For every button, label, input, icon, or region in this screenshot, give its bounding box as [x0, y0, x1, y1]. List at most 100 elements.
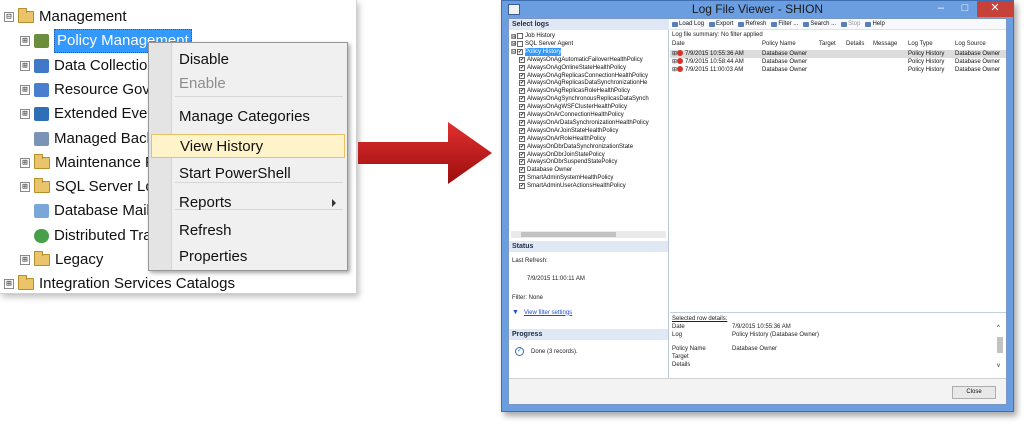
close-window-button[interactable]: ✕ [977, 1, 1013, 17]
expand-toggle-icon[interactable]: ⊞ [511, 33, 516, 39]
log-checkbox[interactable]: ✔ [517, 48, 523, 55]
menu-item-refresh[interactable]: Refresh [179, 219, 344, 243]
log-tree-item[interactable]: ⊟ ✔ Policy History [511, 47, 562, 56]
filter-button[interactable]: Filter ... [771, 21, 798, 27]
tree-item-sql-server-logs[interactable]: ⊞ SQL Server Log [20, 176, 162, 198]
close-button[interactable]: Close [952, 386, 996, 399]
export-button[interactable]: Export [709, 21, 733, 27]
log-tree-item[interactable]: ✔ AlwaysOnAgAutomaticFailoverHealthPolicy [519, 56, 643, 64]
log-tree-item[interactable]: ✔ AlwaysOnAgSynchronousReplicasDataSynch [519, 95, 649, 103]
column-header[interactable]: Policy Name [762, 41, 796, 47]
table-row[interactable]: ⊞ 7/9/2015 11:00:03 AM Database Owner Polic… [670, 66, 1006, 74]
menu-item-start-powershell[interactable]: Start PowerShell [179, 162, 344, 186]
tree-item-management[interactable]: ⊟ Management [4, 6, 127, 28]
log-checkbox[interactable]: ✔ [519, 175, 525, 182]
log-checkbox[interactable]: ✔ [519, 135, 525, 142]
title-bar[interactable]: Log File Viewer - SHION – □ ✕ [502, 1, 1013, 19]
log-tree-item[interactable]: ✔ Database Owner [519, 166, 572, 174]
log-checkbox[interactable] [517, 33, 523, 39]
log-tree-item[interactable]: ✔ AlwaysOnDbrDataSynchronizationState [519, 143, 633, 151]
table-row[interactable]: ⊞ 7/9/2015 10:58:44 AM Database Owner Polic… [670, 58, 1006, 66]
column-header[interactable]: Date [672, 41, 685, 47]
log-checkbox[interactable]: ✔ [519, 88, 525, 95]
log-tree-item[interactable]: ✔ AlwaysOnAgReplicasRoleHealthPolicy [519, 87, 630, 95]
log-checkbox[interactable]: ✔ [519, 104, 525, 111]
log-checkbox[interactable]: ✔ [519, 151, 525, 158]
expand-toggle-icon[interactable]: ⊞ [20, 84, 30, 95]
tree-item-maintenance-plans[interactable]: ⊞ Maintenance P [20, 152, 155, 174]
expand-toggle-icon[interactable]: ⊞ [20, 109, 30, 120]
log-checkbox[interactable]: ✔ [519, 80, 525, 87]
menu-item-manage-categories[interactable]: Manage Categories [179, 105, 344, 129]
log-checkbox[interactable] [517, 40, 523, 47]
menu-item-disable[interactable]: Disable [179, 48, 344, 72]
expand-toggle-icon[interactable]: ⊞ [20, 60, 30, 71]
scroll-thumb[interactable] [521, 232, 616, 237]
expand-toggle-icon[interactable]: ⊞ [20, 255, 30, 265]
log-tree-item[interactable]: ✔ AlwaysOnArDataSynchronizationHealthPoli… [519, 119, 649, 127]
column-header[interactable]: Log Type [908, 41, 933, 47]
log-tree-item[interactable]: ✔ SmartAdminSystemHealthPolicy [519, 174, 613, 182]
view-filter-settings-link[interactable]: View filter settings [524, 310, 572, 316]
details-vertical-scrollbar[interactable]: ^ v [996, 325, 1004, 373]
expand-toggle-icon[interactable]: ⊞ [20, 36, 30, 47]
log-checkbox[interactable]: ✔ [519, 183, 525, 190]
expand-toggle-icon[interactable]: ⊞ [511, 41, 516, 47]
expand-toggle-icon[interactable]: ⊟ [511, 49, 516, 55]
menu-item-view-history[interactable]: View History [151, 134, 345, 158]
log-checkbox[interactable]: ✔ [519, 64, 525, 71]
column-header[interactable]: Details [846, 41, 864, 47]
scroll-up-icon[interactable]: ^ [997, 325, 1000, 331]
expand-toggle-icon[interactable]: ⊞ [20, 182, 30, 193]
log-checkbox[interactable]: ✔ [519, 56, 525, 63]
minimize-button[interactable]: – [930, 1, 952, 17]
search-button[interactable]: Search ... [803, 21, 836, 27]
log-tree-item[interactable]: ✔ AlwaysOnDbrSuspendStatePolicy [519, 158, 617, 166]
log-checkbox[interactable]: ✔ [519, 167, 525, 174]
log-tree-item[interactable]: ✔ AlwaysOnArConnectionHealthPolicy [519, 111, 624, 119]
load-log-button[interactable]: Load Log [672, 21, 704, 27]
tree-item-managed-backup[interactable]: Managed Back [20, 128, 154, 150]
log-checkbox[interactable]: ✔ [519, 96, 525, 103]
log-checkbox[interactable]: ✔ [519, 143, 525, 150]
log-checkbox[interactable]: ✔ [519, 112, 525, 118]
log-tree-item[interactable]: ✔ AlwaysOnArJoinStateHealthPolicy [519, 127, 618, 135]
details-scroll-thumb[interactable] [997, 337, 1003, 353]
log-checkbox[interactable]: ✔ [519, 119, 525, 126]
maximize-button[interactable]: □ [954, 1, 976, 17]
tree-item-extended-events[interactable]: ⊞ Extended Even [20, 103, 156, 125]
log-tree-item[interactable]: ✔ AlwaysOnAgWSFClusterHealthPolicy [519, 103, 627, 111]
table-row[interactable]: ⊞ 7/9/2015 10:55:36 AM Database Owner Polic… [670, 50, 1006, 58]
context-menu: Disable Enable Manage Categories View Histo… [148, 42, 348, 271]
log-tree-item[interactable]: ⊞ Job History [511, 32, 555, 40]
tree-item-data-collection[interactable]: ⊞ Data Collection [20, 55, 156, 77]
log-checkbox[interactable]: ✔ [519, 159, 525, 166]
expand-toggle-icon[interactable]: ⊞ [20, 157, 30, 168]
expand-toggle-icon[interactable]: ⊟ [4, 12, 14, 22]
scroll-down-icon[interactable]: v [997, 363, 1000, 369]
tree-item-integration-services[interactable]: ⊞ Integration Services Catalogs [4, 273, 235, 293]
log-label: AlwaysOnAgSynchronousReplicasDataSynch [527, 96, 649, 103]
column-header[interactable]: Message [873, 41, 897, 47]
help-button[interactable]: Help [865, 21, 885, 27]
log-tree-item[interactable]: ✔ AlwaysOnArRoleHealthPolicy [519, 135, 606, 143]
refresh-button[interactable]: Refresh [738, 21, 766, 27]
column-header[interactable]: Log Source [955, 41, 986, 47]
expand-toggle-icon[interactable]: ⊞ [4, 279, 14, 290]
tree-item-distributed-transaction[interactable]: Distributed Tra [20, 225, 152, 247]
tree-item-resource-governor[interactable]: ⊞ Resource Gove [20, 79, 158, 101]
log-tree-item[interactable]: ✔ SmartAdminUserActionsHealthPolicy [519, 182, 626, 190]
menu-item-properties[interactable]: Properties [179, 245, 344, 269]
log-checkbox[interactable]: ✔ [519, 127, 525, 134]
menu-item-reports[interactable]: Reports [179, 191, 344, 215]
log-tree-item[interactable]: ✔ AlwaysOnAgOnlineStateHealthPolicy [519, 64, 626, 72]
column-header[interactable]: Target [819, 41, 836, 47]
log-tree-item[interactable]: ✔ AlwaysOnAgReplicasConnectionHealthPolic… [519, 72, 648, 80]
log-checkbox[interactable]: ✔ [519, 72, 525, 79]
tree-item-legacy[interactable]: ⊞ Legacy [20, 249, 103, 271]
tree-item-database-mail[interactable]: Database Mail [20, 200, 150, 222]
log-tree-item[interactable]: ⊞ SQL Server Agent [511, 40, 573, 48]
horizontal-scrollbar[interactable] [511, 231, 666, 238]
log-tree-item[interactable]: ✔ AlwaysOnDbrJoinStatePolicy [519, 151, 605, 159]
log-tree-item[interactable]: ✔ AlwaysOnAgReplicasDataSynchronizationHe [519, 79, 647, 87]
